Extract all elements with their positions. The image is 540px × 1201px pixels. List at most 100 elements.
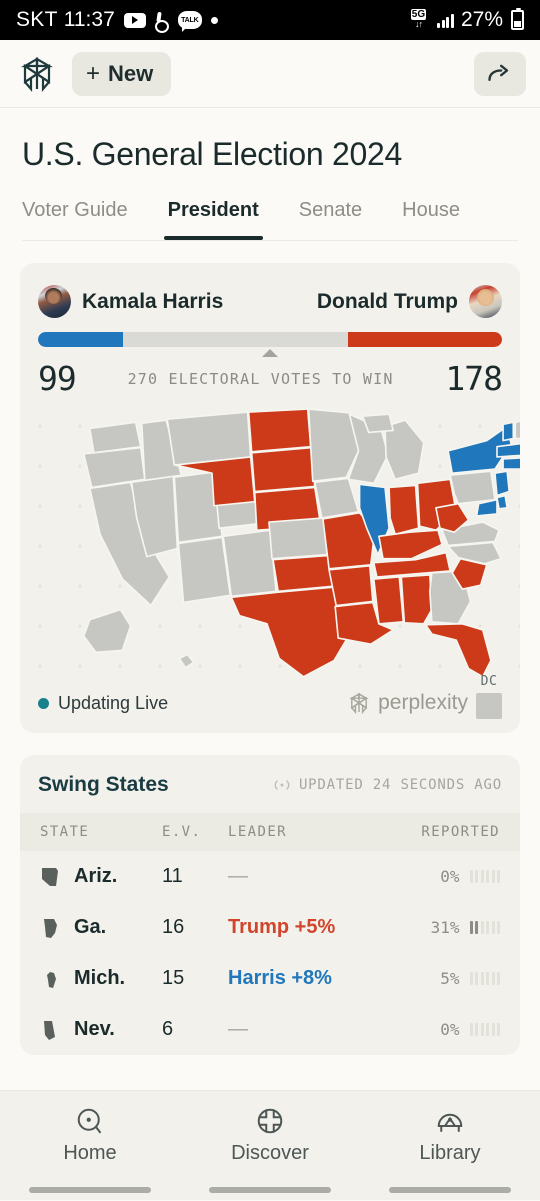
youtube-icon (123, 12, 146, 28)
gesture-bar-center[interactable] (180, 1187, 360, 1193)
donald-trump-avatar (469, 285, 502, 318)
dc-indicator: DC (476, 674, 502, 719)
state-name-label: Ariz. (74, 865, 118, 887)
reported-progress-ticks (469, 870, 500, 883)
reported-percent-label: 5% (440, 969, 460, 988)
bottom-nav-library-label: Library (419, 1141, 481, 1164)
cell-state: Ariz. (20, 851, 162, 902)
tab-senate[interactable]: Senate (299, 193, 362, 240)
georgia-shape-icon (40, 917, 62, 939)
perplexity-watermark: perplexity (347, 691, 468, 715)
tab-house[interactable]: House (402, 193, 460, 240)
column-header-ev: E.V. (162, 813, 228, 851)
electoral-vote-bar (38, 332, 502, 347)
discover-globe-icon (257, 1108, 283, 1133)
table-row[interactable]: Mich. 15 Harris +8% 5% (20, 953, 520, 1004)
music-icon (154, 12, 169, 33)
share-button[interactable] (474, 51, 526, 96)
cell-reported: 31% (380, 902, 520, 953)
tab-bar-divider (22, 240, 518, 241)
swing-states-updated: UPDATED 24 SECONDS AGO (273, 777, 502, 793)
reported-percent-label: 0% (440, 1020, 460, 1039)
reported-progress-ticks (469, 1023, 500, 1036)
bottom-nav-library[interactable]: Library (360, 1091, 540, 1179)
gesture-bar-left[interactable] (0, 1187, 180, 1193)
bottom-nav-home[interactable]: Home (0, 1091, 180, 1179)
5g-icon: 5G ↓↑ (406, 9, 430, 31)
gesture-bar-right[interactable] (360, 1187, 540, 1193)
cell-state: Ga. (20, 902, 162, 953)
signal-icon (437, 12, 454, 28)
candidate-harris[interactable]: Kamala Harris (38, 285, 223, 318)
cell-reported: 0% (380, 851, 520, 902)
state-name-label: Mich. (74, 967, 126, 989)
cell-electoral-votes: 15 (162, 967, 185, 989)
tab-president[interactable]: President (163, 193, 263, 240)
threshold-marker (38, 347, 502, 357)
bottom-nav-discover-label: Discover (231, 1141, 309, 1164)
state-ND (247, 408, 312, 453)
table-row[interactable]: Ga. 16 Trump +5% 31% (20, 902, 520, 953)
reported-progress-ticks (469, 972, 500, 985)
perplexity-logo-icon[interactable] (14, 51, 60, 97)
bottom-nav-discover[interactable]: Discover (180, 1091, 360, 1179)
new-thread-button[interactable]: + New (72, 51, 172, 96)
nevada-shape-icon (40, 1019, 62, 1041)
state-VT (502, 421, 515, 442)
cell-leader: Trump +5% (228, 902, 380, 953)
leader-label: — (228, 865, 248, 887)
threshold-label: 270 ELECTORAL VOTES TO WIN (127, 369, 394, 388)
cell-electoral-votes: 6 (162, 1018, 174, 1040)
kakaotalk-icon: TALK (177, 11, 202, 32)
cell-leader: — (228, 851, 380, 902)
cell-reported: 5% (380, 953, 520, 1004)
bottom-navigation-bar: Home Discover Library (0, 1090, 540, 1200)
swing-states-table-head: STATE E.V. LEADER REPORTED (20, 813, 520, 851)
map-footer: Updating Live perplexity DC (20, 674, 520, 733)
cell-reported: 0% (380, 1004, 520, 1055)
app-bar: + New (0, 40, 540, 108)
state-AZ (177, 536, 232, 604)
kamala-harris-avatar (38, 285, 71, 318)
candidates-row: Kamala Harris Donald Trump (20, 263, 520, 318)
table-row[interactable]: Ariz. 11 — 0% (20, 851, 520, 902)
new-thread-label: New (108, 60, 154, 86)
swing-states-table: STATE E.V. LEADER REPORTED Ariz. 11 — 0% Ga.… (20, 813, 520, 1055)
status-bar-left: SKT 11:37 TALK (16, 8, 218, 33)
library-icon (437, 1113, 463, 1132)
state-FL (424, 623, 492, 678)
tab-voter-guide[interactable]: Voter Guide (22, 193, 128, 240)
state-HI (178, 653, 195, 669)
reported-percent-label: 0% (440, 867, 460, 886)
perplexity-wordmark: perplexity (378, 691, 468, 714)
gesture-bar[interactable] (0, 1179, 540, 1201)
broadcast-icon (274, 780, 290, 790)
cell-electoral-votes: 16 (162, 916, 185, 938)
state-name-label: Nev. (74, 1018, 115, 1040)
state-name-label: Ga. (74, 916, 107, 938)
reported-percent-label: 31% (430, 918, 460, 937)
state-SD (250, 446, 316, 493)
dot-icon (210, 16, 218, 24)
state-NJ (494, 470, 511, 497)
home-search-icon (77, 1108, 101, 1133)
status-bar: SKT 11:37 TALK 5G ↓↑ 27% (0, 0, 540, 40)
column-header-reported: REPORTED (380, 813, 520, 851)
bottom-nav-home-label: Home (63, 1141, 117, 1164)
updated-label: UPDATED 24 SECONDS AGO (298, 777, 502, 793)
president-results-card: Kamala Harris Donald Trump 99 270 ELECTO… (20, 263, 520, 733)
us-electoral-map[interactable] (20, 406, 520, 691)
leader-label: — (228, 1018, 248, 1040)
electoral-bar-harris (38, 332, 124, 347)
state-PA (449, 470, 496, 505)
state-AL (400, 574, 433, 625)
updating-live-label: Updating Live (58, 692, 169, 713)
battery-percent-label: 27% (460, 8, 503, 31)
cell-state: Mich. (20, 953, 162, 1004)
table-row[interactable]: Nev. 6 — 0% (20, 1004, 520, 1055)
carrier-label: SKT (16, 8, 58, 31)
cell-state: Nev. (20, 1004, 162, 1055)
state-AR (328, 564, 374, 607)
cell-leader: — (228, 1004, 380, 1055)
candidate-trump[interactable]: Donald Trump (317, 285, 502, 318)
